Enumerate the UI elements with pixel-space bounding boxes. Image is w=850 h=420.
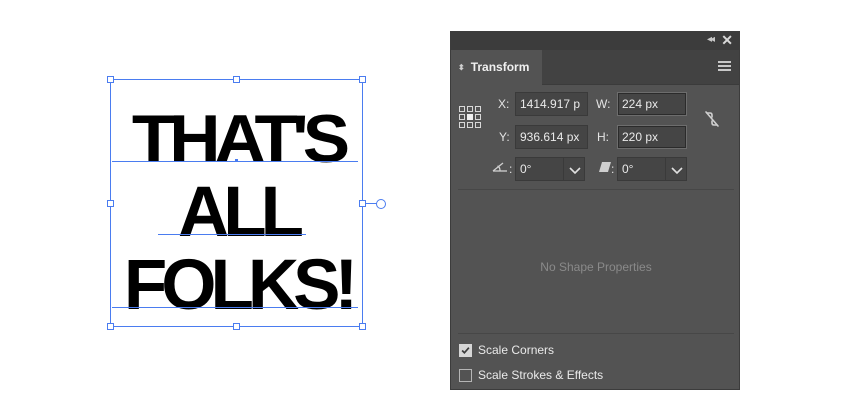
tab-expand-icon[interactable]: ⬍ — [458, 63, 465, 72]
scale-strokes-effects-option[interactable]: Scale Strokes & Effects — [459, 367, 603, 383]
collapse-panel-icon[interactable]: ◂◂ — [707, 34, 715, 45]
selection-bounding-box — [110, 79, 363, 327]
panel-menu-icon[interactable] — [718, 61, 731, 71]
width-field[interactable]: 224 px — [617, 92, 687, 116]
resize-handle-top-center[interactable] — [233, 76, 240, 83]
y-label: Y: — [499, 130, 510, 144]
tab-transform-label: Transform — [470, 60, 530, 74]
h-label: H: — [597, 130, 609, 144]
checkmark-icon — [461, 347, 470, 355]
scale-corners-checkbox[interactable] — [459, 344, 472, 357]
transform-panel: ◂◂ ✕ ⬍ Transform X: 1414.917 p W: 224 px — [450, 31, 740, 390]
panel-tab-bar: ⬍ Transform — [451, 50, 739, 85]
rotate-angle-icon — [492, 162, 507, 172]
resize-handle-middle-left[interactable] — [107, 200, 114, 207]
scale-corners-label: Scale Corners — [478, 343, 555, 357]
rotate-handle[interactable] — [376, 199, 386, 209]
scale-strokes-effects-checkbox[interactable] — [459, 369, 472, 382]
resize-handle-top-left[interactable] — [107, 76, 114, 83]
panel-titlebar[interactable]: ◂◂ ✕ — [451, 32, 739, 50]
selection-center-point — [235, 159, 238, 162]
resize-handle-bottom-center[interactable] — [233, 323, 240, 330]
scale-strokes-effects-label: Scale Strokes & Effects — [478, 368, 604, 382]
shear-colon: : — [611, 162, 615, 176]
chevron-down-icon — [671, 167, 683, 175]
y-position-field[interactable]: 936.614 px — [515, 125, 588, 149]
no-shape-properties-text: No Shape Properties — [540, 260, 652, 274]
resize-handle-top-right[interactable] — [359, 76, 366, 83]
constrain-proportions-link-icon[interactable] — [703, 110, 721, 128]
shear-field[interactable]: 0° — [617, 157, 667, 181]
x-position-field[interactable]: 1414.917 p — [515, 92, 588, 116]
rotate-colon: : — [509, 162, 513, 176]
reference-point-icon[interactable] — [459, 106, 481, 128]
scale-corners-option[interactable]: Scale Corners — [459, 342, 554, 358]
close-icon[interactable]: ✕ — [721, 32, 733, 49]
tab-transform[interactable]: ⬍ Transform — [451, 50, 542, 85]
section-divider-top — [458, 189, 734, 190]
resize-handle-bottom-right[interactable] — [359, 323, 366, 330]
resize-handle-middle-right[interactable] — [359, 200, 366, 207]
chevron-down-icon — [569, 167, 581, 175]
shear-dropdown-button[interactable] — [665, 157, 687, 181]
x-label: X: — [498, 97, 510, 111]
section-divider-bottom — [458, 333, 734, 334]
rotate-field[interactable]: 0° — [515, 157, 565, 181]
canvas-artboard[interactable]: THAT'S ALL FOLKS! — [0, 0, 440, 420]
rotate-dropdown-button[interactable] — [563, 157, 585, 181]
height-field[interactable]: 220 px — [617, 125, 687, 149]
w-label: W: — [596, 97, 611, 111]
resize-handle-bottom-left[interactable] — [107, 323, 114, 330]
